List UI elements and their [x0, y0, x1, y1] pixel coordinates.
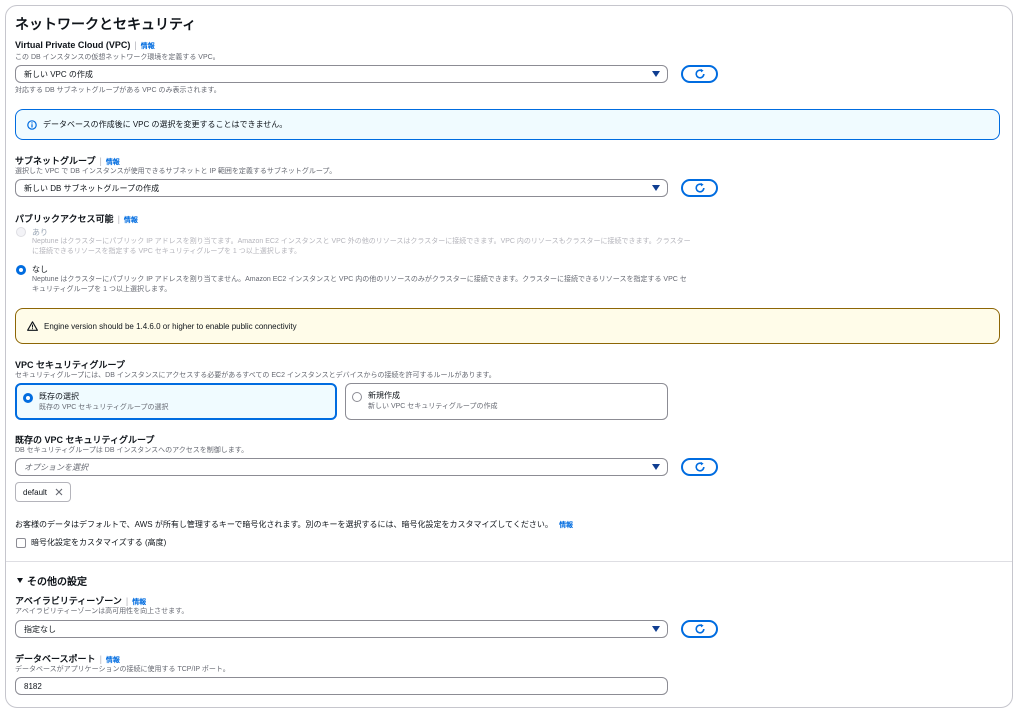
section-title: ネットワークとセキュリティ [15, 16, 197, 32]
sg-create-new-title: 新規作成 [368, 391, 400, 400]
warning-text: Engine version should be 1.4.6.0 or high… [44, 321, 297, 331]
existing-sg-description: DB セキュリティグループは DB インスタンスへのアクセスを制御します。 [15, 447, 249, 454]
existing-sg-select[interactable]: オプションを選択 [15, 458, 668, 476]
other-settings-toggle[interactable]: その他の設定 [17, 573, 87, 588]
sg-choose-existing-radio[interactable] [23, 393, 33, 403]
public-access-info-link[interactable]: 情報 [124, 217, 138, 224]
caret-down-icon [652, 626, 660, 632]
network-security-panel: ネットワークとセキュリティ Virtual Private Cloud (VPC… [5, 5, 1013, 708]
info-circle-icon [27, 119, 37, 130]
az-description: アベイラビリティーゾーンは高可用性を向上させます。 [15, 608, 189, 615]
refresh-icon [694, 461, 705, 472]
customize-encryption-checkbox[interactable] [16, 538, 26, 548]
subnet-refresh-button[interactable] [681, 179, 718, 197]
subnet-select[interactable]: 新しい DB サブネットグループの作成 [15, 179, 668, 197]
existing-sg-refresh-button[interactable] [681, 458, 718, 476]
public-access-label: パブリックアクセス可能 | 情報 [15, 214, 138, 224]
sg-token-label: default [23, 487, 48, 497]
section-divider [6, 561, 1012, 562]
az-select[interactable]: 指定なし [15, 620, 668, 638]
security-group-description: セキュリティグループには、DB インスタンスにアクセスする必要があるすべての E… [15, 372, 496, 379]
close-icon[interactable] [54, 487, 64, 497]
db-port-info-link[interactable]: 情報 [106, 657, 120, 664]
sg-choose-existing-title: 既存の選択 [39, 392, 79, 401]
vpc-alert-text: データベースの作成後に VPC の選択を変更することはできません。 [43, 120, 288, 129]
caret-down-icon [652, 71, 660, 77]
sg-create-new-desc: 新しい VPC セキュリティグループの作成 [368, 403, 498, 410]
db-port-description: データベースがアプリケーションの接続に使用する TCP/IP ポート。 [15, 666, 230, 673]
sg-choose-existing-tile[interactable]: 既存の選択 既存の VPC セキュリティグループの選択 [15, 383, 337, 420]
vpc-refresh-button[interactable] [681, 65, 718, 83]
sg-create-new-radio[interactable] [352, 392, 362, 402]
vpc-info-alert: データベースの作成後に VPC の選択を変更することはできません。 [15, 109, 1000, 140]
subnet-select-value: 新しい DB サブネットグループの作成 [24, 183, 160, 193]
refresh-icon [694, 623, 705, 634]
refresh-icon [694, 182, 705, 193]
az-refresh-button[interactable] [681, 620, 718, 638]
engine-version-warning: Engine version should be 1.4.6.0 or high… [15, 308, 1000, 344]
sg-token-default: default [15, 482, 72, 502]
subnet-info-link[interactable]: 情報 [106, 159, 120, 166]
vpc-select[interactable]: 新しい VPC の作成 [15, 65, 668, 83]
warning-icon [27, 321, 38, 331]
caret-down-icon [17, 578, 23, 583]
sg-create-new-tile[interactable]: 新規作成 新しい VPC セキュリティグループの作成 [345, 383, 668, 420]
encryption-text-row: お客様のデータはデフォルトで、AWS が所有し管理するキーで暗号化されます。別の… [15, 519, 573, 530]
public-access-yes-radio[interactable] [16, 227, 26, 237]
public-access-yes-description: Neptune はクラスターにパブリック IP アドレスを割り当てます。Amaz… [32, 238, 691, 255]
public-access-no-label: なし [32, 265, 48, 274]
encryption-text: お客様のデータはデフォルトで、AWS が所有し管理するキーで暗号化されます。別の… [15, 520, 553, 529]
existing-sg-placeholder: オプションを選択 [24, 462, 88, 472]
caret-down-icon [652, 185, 660, 191]
vpc-hint: 対応する DB サブネットグループがある VPC のみ表示されます。 [15, 87, 221, 94]
encryption-info-link[interactable]: 情報 [559, 522, 573, 529]
subnet-description: 選択した VPC で DB インスタンスが使用できるサブネットと IP 範囲を定… [15, 168, 337, 175]
vpc-select-value: 新しい VPC の作成 [24, 69, 93, 79]
caret-down-icon [652, 464, 660, 470]
az-info-link[interactable]: 情報 [132, 599, 146, 606]
vpc-label: Virtual Private Cloud (VPC) | 情報 [15, 40, 155, 50]
vpc-info-link[interactable]: 情報 [141, 43, 155, 50]
other-settings-title: その他の設定 [27, 577, 87, 588]
vpc-description: この DB インスタンスの仮想ネットワーク環境を定義する VPC。 [15, 54, 220, 61]
public-access-no-description: Neptune はクラスターにパブリック IP アドレスを割り当てません。Ama… [32, 276, 687, 293]
az-select-value: 指定なし [24, 624, 56, 634]
public-access-no-radio[interactable] [16, 265, 26, 275]
db-port-input[interactable]: 8182 [15, 677, 668, 695]
refresh-icon [694, 68, 705, 79]
customize-encryption-label: 暗号化設定をカスタマイズする (高度) [31, 538, 167, 547]
sg-choose-existing-desc: 既存の VPC セキュリティグループの選択 [39, 404, 169, 411]
